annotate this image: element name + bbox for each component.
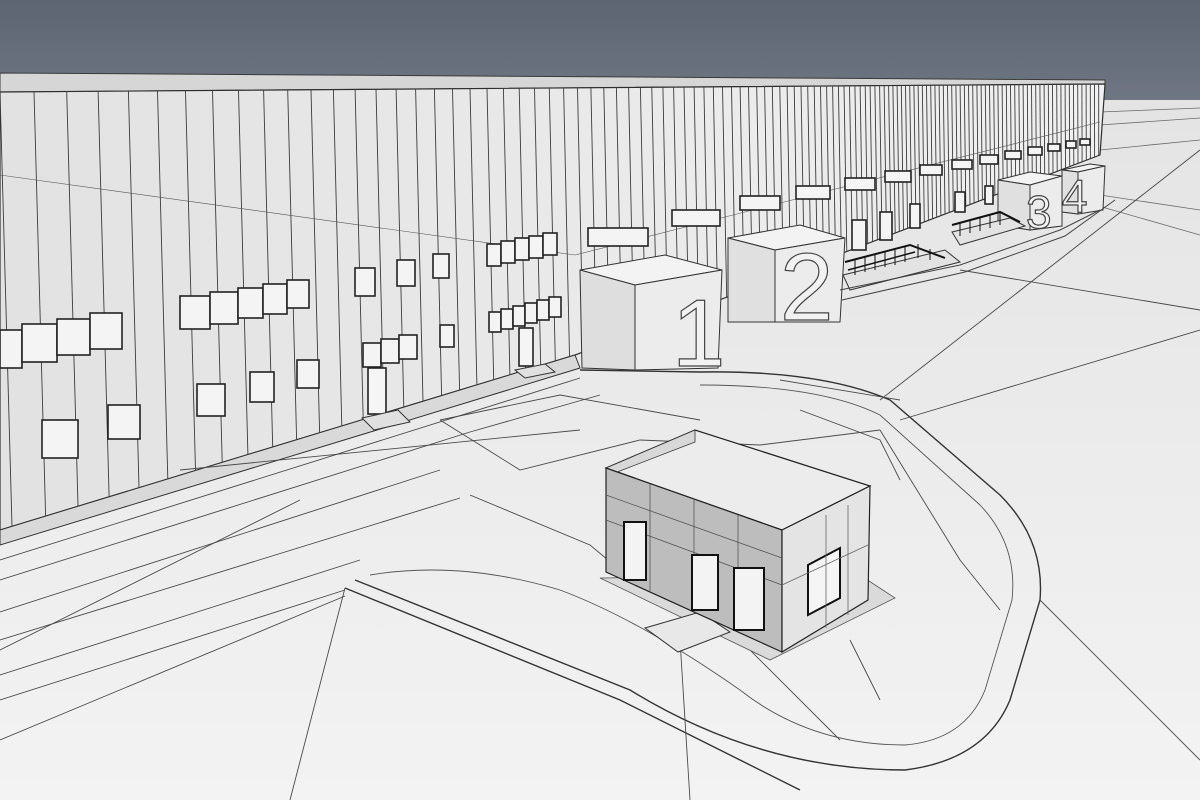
door-mid: [518, 327, 534, 367]
warehouse-wireframe-render: 1 2 3 4: [0, 0, 1200, 800]
loading-bay-1: 1: [579, 254, 726, 388]
bay-number-3: 3: [1026, 186, 1052, 238]
bay-number-1: 1: [672, 280, 725, 387]
kiosk-window-left: [623, 521, 647, 581]
door-left: [367, 367, 387, 415]
facade-panel-seam: [1047, 84, 1050, 175]
bay-number-4: 4: [1062, 170, 1088, 222]
kiosk-window-right: [733, 567, 765, 631]
facade-panel-seam: [1052, 84, 1054, 173]
facade-panel-seam: [1043, 84, 1046, 177]
facade-panel-seam: [1056, 84, 1058, 172]
kiosk-door: [691, 554, 719, 611]
bay-number-2: 2: [780, 234, 833, 341]
